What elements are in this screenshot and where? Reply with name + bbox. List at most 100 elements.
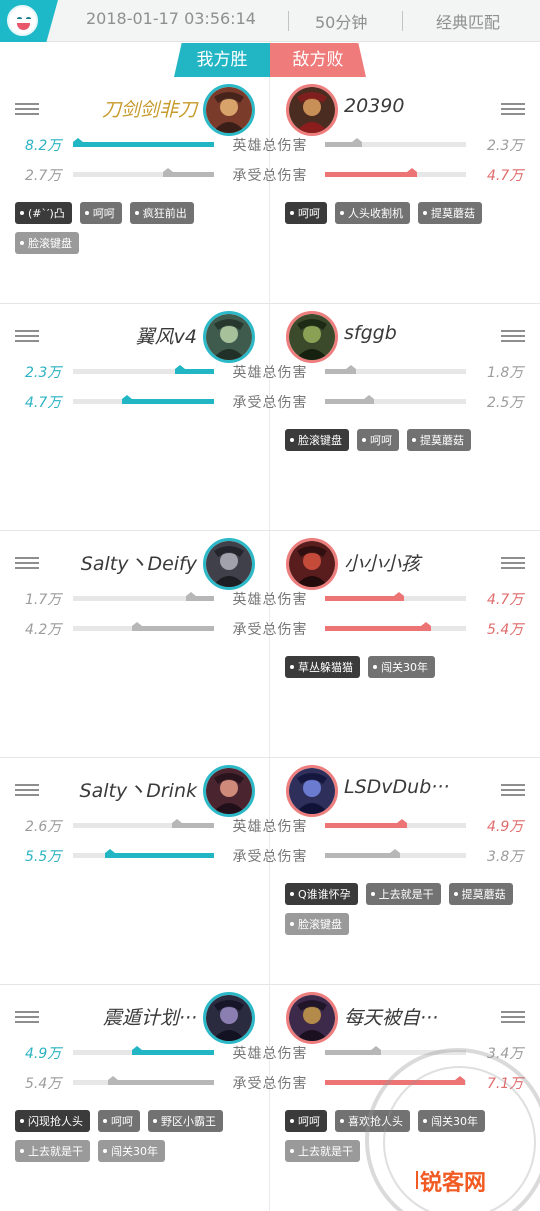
menu-icon[interactable] xyxy=(15,1011,39,1025)
tab-enemy-team-lose[interactable]: 敌方败 xyxy=(270,43,366,77)
damage-taken-label: 承受总伤害 xyxy=(232,622,308,638)
damage-bar xyxy=(73,823,214,828)
damage-bar-fill xyxy=(122,399,214,404)
menu-icon[interactable] xyxy=(501,330,525,344)
impression-tag[interactable]: 呵呵 xyxy=(98,1110,140,1132)
menu-icon[interactable] xyxy=(501,103,525,117)
player-avatar[interactable] xyxy=(203,84,255,136)
menu-icon[interactable] xyxy=(501,784,525,798)
damage-bar-fill xyxy=(325,1050,381,1055)
impression-tag[interactable]: 疯狂前出 xyxy=(129,202,194,224)
impression-tag[interactable]: 脸滚键盘 xyxy=(15,232,79,254)
damage-bar xyxy=(73,399,214,404)
app-logo[interactable] xyxy=(0,0,58,42)
damage-taken-value: 4.2万 xyxy=(25,622,62,638)
damage-dealt-value: 4.7万 xyxy=(487,592,524,608)
damage-taken-label: 承受总伤害 xyxy=(232,168,308,184)
impression-tag[interactable]: 闪现抢人头 xyxy=(15,1110,90,1132)
impression-tag[interactable]: 提莫蘑菇 xyxy=(407,429,471,451)
matchup-row: Salty丶Deify 小小小孩 英雄总伤害 承受总伤害 1.7万 4.2万 4.7万 5.4… xyxy=(0,531,540,758)
smiley-icon xyxy=(7,5,38,36)
player-name[interactable]: sfggb xyxy=(344,322,397,344)
damage-bar-fill xyxy=(186,596,214,601)
impression-tag[interactable]: 上去就是干 xyxy=(285,1140,360,1162)
damage-taken-value: 5.5万 xyxy=(25,849,62,865)
player-avatar[interactable] xyxy=(203,992,255,1044)
player-avatar[interactable] xyxy=(203,765,255,817)
damage-bar xyxy=(325,596,466,601)
damage-bar xyxy=(73,1080,214,1085)
menu-icon[interactable] xyxy=(15,103,39,117)
impression-tag[interactable]: 脸滚键盘 xyxy=(285,913,349,935)
damage-dealt-label: 英雄总伤害 xyxy=(232,365,308,381)
impression-tag[interactable]: 野区小霸王 xyxy=(148,1110,223,1132)
player-name[interactable]: Salty丶Drink xyxy=(80,776,197,803)
player-tags: 呵呵 人头收割机 提莫蘑菇 xyxy=(285,202,515,224)
player-name[interactable]: 翼风v4 xyxy=(136,322,197,349)
damage-bar-fill xyxy=(108,1080,214,1085)
impression-tag[interactable]: 呵呵 xyxy=(285,202,327,224)
player-avatar[interactable] xyxy=(203,311,255,363)
menu-icon[interactable] xyxy=(15,557,39,571)
damage-taken-label: 承受总伤害 xyxy=(232,395,308,411)
damage-bar xyxy=(73,1050,214,1055)
impression-tag[interactable]: 呵呵 xyxy=(357,429,399,451)
damage-bar-fill xyxy=(175,369,214,374)
player-name[interactable]: LSDvDub··· xyxy=(344,776,449,798)
player-name[interactable]: 20390 xyxy=(344,95,404,117)
impression-tag[interactable]: 呵呵 xyxy=(79,202,122,224)
player-name[interactable]: 刀剑剑非刀 xyxy=(102,95,197,122)
impression-tag[interactable]: 草丛躲猫猫 xyxy=(285,656,360,678)
impression-tag[interactable]: 提莫蘑菇 xyxy=(418,202,482,224)
player-avatar[interactable] xyxy=(286,538,338,590)
site-watermark: 锐客网 xyxy=(415,1165,486,1197)
damage-taken-value: 4.7万 xyxy=(487,168,524,184)
impression-tag[interactable]: 呵呵 xyxy=(285,1110,327,1132)
damage-bar-fill xyxy=(325,853,400,858)
menu-icon[interactable] xyxy=(501,1011,525,1025)
impression-tag[interactable]: Q谁谁怀孕 xyxy=(285,883,358,905)
damage-bar xyxy=(73,172,214,177)
tab-our-team-win[interactable]: 我方胜 xyxy=(174,43,270,77)
player-name[interactable]: Salty丶Deify xyxy=(81,549,197,576)
damage-bar-fill xyxy=(325,596,404,601)
player-tags: 脸滚键盘 呵呵 提莫蘑菇 xyxy=(285,429,515,451)
player-avatar[interactable] xyxy=(286,311,338,363)
impression-tag[interactable]: 闯关30年 xyxy=(98,1140,165,1162)
damage-dealt-value: 1.7万 xyxy=(25,592,62,608)
damage-bar xyxy=(325,626,466,631)
impression-tag[interactable]: 上去就是干 xyxy=(15,1140,90,1162)
menu-icon[interactable] xyxy=(501,557,525,571)
impression-tag[interactable]: (#`′)凸 xyxy=(15,202,72,224)
player-name[interactable]: 小小小孩 xyxy=(344,549,420,576)
menu-icon[interactable] xyxy=(15,330,39,344)
player-tags: 草丛躲猫猫 闯关30年 xyxy=(285,656,515,678)
match-header: 2018-01-17 03:56:14 50分钟 经典匹配 xyxy=(0,0,540,42)
impression-tag[interactable]: 上去就是干 xyxy=(365,883,441,905)
player-name[interactable]: 震遁计划··· xyxy=(103,1003,197,1030)
impression-tag[interactable]: 人头收割机 xyxy=(335,202,410,224)
player-name[interactable]: 每天被自··· xyxy=(344,1003,438,1030)
damage-taken-label: 承受总伤害 xyxy=(232,849,308,865)
matchup-row: Salty丶Drink LSDvDub··· 英雄总伤害 承受总伤害 2.6万 5.5万 4… xyxy=(0,758,540,985)
player-avatar[interactable] xyxy=(286,992,338,1044)
impression-tag[interactable]: 闯关30年 xyxy=(368,656,435,678)
damage-dealt-value: 4.9万 xyxy=(25,1046,62,1062)
player-tags: Q谁谁怀孕 上去就是干 提莫蘑菇脸滚键盘 xyxy=(285,883,515,935)
menu-icon[interactable] xyxy=(15,784,39,798)
damage-bar-fill xyxy=(325,626,431,631)
damage-dealt-label: 英雄总伤害 xyxy=(232,1046,308,1062)
damage-taken-value: 4.7万 xyxy=(25,395,62,411)
damage-bar xyxy=(73,142,214,147)
damage-bar-fill xyxy=(132,626,214,631)
damage-taken-value: 5.4万 xyxy=(25,1076,62,1092)
damage-taken-value: 3.8万 xyxy=(487,849,524,865)
player-avatar[interactable] xyxy=(203,538,255,590)
damage-bar-fill xyxy=(172,823,214,828)
player-avatar[interactable] xyxy=(286,84,338,136)
impression-tag[interactable]: 脸滚键盘 xyxy=(285,429,349,451)
damage-bar xyxy=(325,853,466,858)
player-avatar[interactable] xyxy=(286,765,338,817)
divider xyxy=(402,11,403,31)
impression-tag[interactable]: 提莫蘑菇 xyxy=(448,883,513,905)
